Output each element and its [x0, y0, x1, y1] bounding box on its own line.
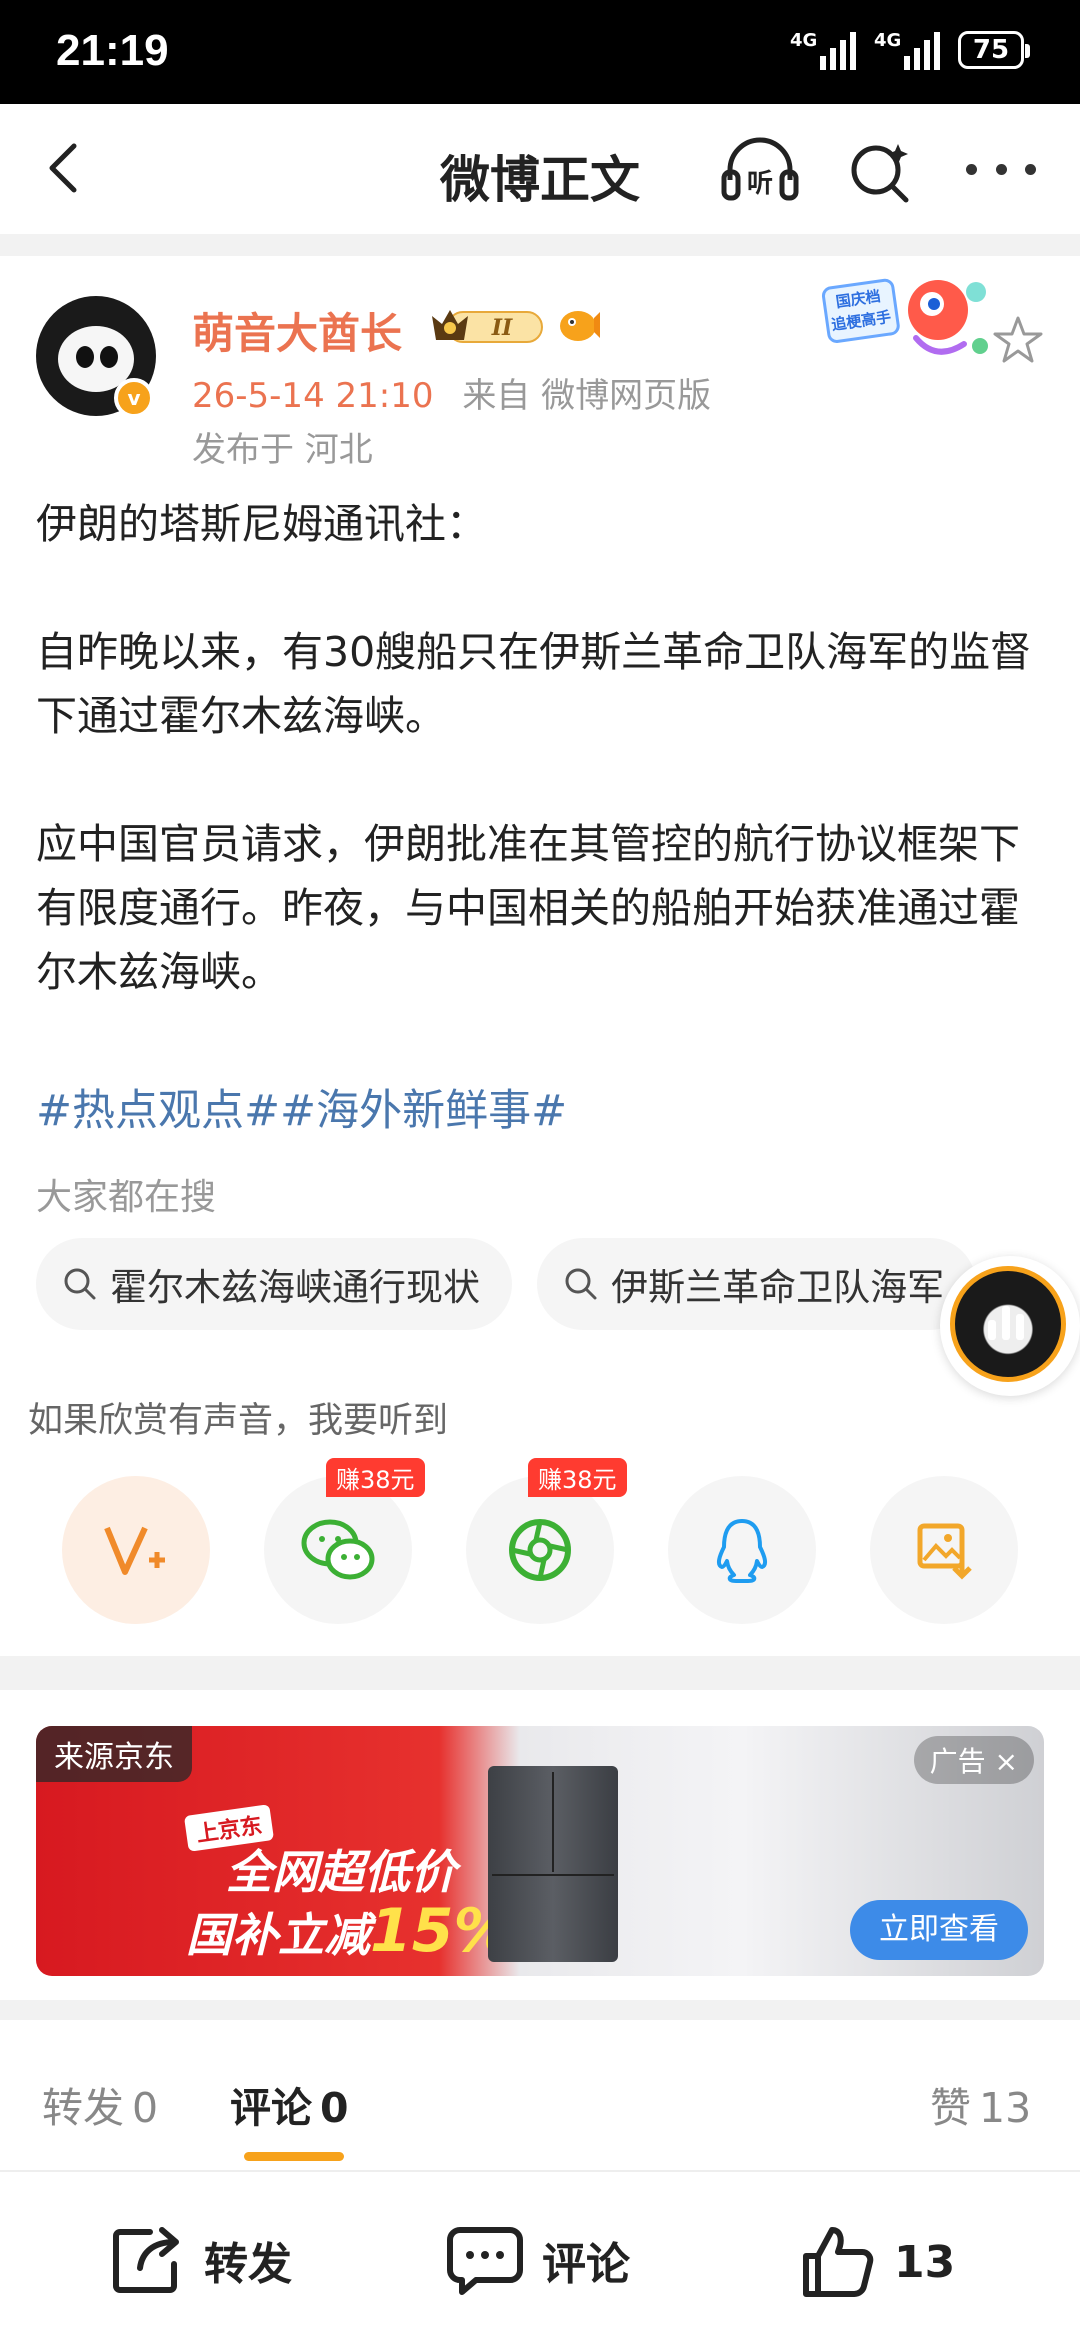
share-vplus-button[interactable] — [62, 1476, 210, 1624]
author-name[interactable]: 萌音大酋长 — [192, 300, 402, 361]
trending-search-chips: 霍尔木兹海峡通行现状 伊斯兰革命卫队海军 — [36, 1238, 1080, 1330]
dot-icon — [1025, 163, 1036, 175]
tab-count: 13 — [979, 2084, 1032, 2132]
repost-button[interactable]: 转发 — [110, 2224, 292, 2296]
tab-count: 0 — [320, 2084, 349, 2132]
post-source: 来自 微博网页版 — [462, 376, 712, 416]
post-body: 伊朗的塔斯尼姆通讯社： 自昨晚以来，有30艘船只在伊斯兰革命卫队海军的监督下通过… — [36, 492, 1046, 1004]
post-card: v 萌音大酋长 II 26-5-14 21:10 来自 微博网页版 发布于 河北… — [0, 256, 1080, 1656]
qq-icon — [716, 1519, 768, 1583]
earn-tag: 赚38元 — [326, 1458, 425, 1497]
verified-badge-icon: v — [114, 378, 154, 418]
status-bar: 21:19 4G 4G 75 — [0, 0, 1080, 104]
thumbs-up-icon — [803, 2227, 874, 2297]
post-paragraph: 伊朗的塔斯尼姆通讯社： — [36, 500, 487, 548]
tab-label: 赞 — [930, 2084, 971, 2132]
search-button[interactable] — [846, 138, 916, 204]
search-chip[interactable]: 伊斯兰革命卫队海军 — [537, 1238, 977, 1330]
comment-icon — [447, 2227, 523, 2295]
share-wechat-button[interactable]: 赚38元 — [264, 1458, 425, 1624]
status-icons: 4G 4G 75 — [790, 30, 1030, 70]
tab-label: 转发 — [42, 2084, 124, 2132]
battery-icon: 75 — [958, 31, 1030, 69]
search-icon — [851, 144, 909, 203]
page-title: 微博正文 — [440, 151, 640, 209]
headphones-icon: 听 — [721, 137, 799, 201]
vip-crown-badge-icon[interactable]: II — [428, 306, 546, 346]
ad-source: 来源京东 — [36, 1726, 192, 1782]
network-type-label: 4G — [790, 30, 818, 51]
share-moments-button[interactable]: 赚38元 — [466, 1458, 627, 1624]
like-button[interactable]: 13 — [800, 2224, 955, 2300]
fridge-image — [488, 1766, 618, 1962]
tab-active-indicator — [244, 2152, 344, 2161]
bottom-action-bar: 转发 评论 13 — [0, 2170, 1080, 2340]
floating-audio-player[interactable] — [940, 1256, 1080, 1396]
share-tip: 如果欣赏有声音，我要听到 — [28, 1401, 449, 1441]
post-location: 发布于 河北 — [192, 430, 373, 470]
topic-links[interactable]: #热点观点##海外新鲜事# — [36, 1076, 567, 1138]
ad-card: 来源京东 广告 × 上京东 全网超低价 国补立减15% 立即查看 — [0, 1690, 1080, 2000]
nav-bar: 微博正文 听 — [0, 104, 1080, 234]
listen-label: 听 — [747, 169, 773, 199]
signal-icon: 4G — [790, 30, 856, 70]
share-qq-button[interactable] — [668, 1476, 816, 1624]
signal-icon: 4G — [874, 30, 940, 70]
post-paragraph: 自昨晚以来，有30艘船只在伊斯兰革命卫队海军的监督下通过霍尔木兹海峡。 — [36, 628, 1032, 740]
ad-label: 广告 — [929, 1745, 986, 1778]
panda-eye — [76, 346, 94, 368]
share-row: 赚38元 赚38元 — [62, 1458, 1022, 1626]
ad-subheadline: 国补立减15% — [186, 1896, 514, 1966]
dot-icon — [995, 163, 1007, 175]
close-icon: × — [994, 1745, 1018, 1778]
fish-icon — [560, 311, 600, 341]
image-download-icon — [917, 1523, 972, 1580]
earn-tag: 赚38元 — [528, 1458, 627, 1497]
panda-eye — [100, 346, 118, 368]
search-chip[interactable]: 霍尔木兹海峡通行现状 — [36, 1238, 512, 1330]
search-chip-label: 伊斯兰革命卫队海军 — [611, 1266, 945, 1309]
like-count: 13 — [894, 2236, 956, 2288]
status-time: 21:19 — [56, 26, 169, 75]
sticker-decoration[interactable]: 国庆档 追梗高手 — [820, 262, 1000, 372]
save-image-button[interactable] — [870, 1476, 1018, 1624]
ad-subheadline-text: 国补立减 — [186, 1908, 370, 1962]
trending-search-title: 大家都在搜 — [36, 1177, 217, 1218]
interaction-tabs: 转发 0 评论 0 赞 13 — [0, 2020, 1080, 2170]
tab-count: 0 — [132, 2084, 159, 2132]
audio-wave-icon — [988, 1300, 1024, 1340]
more-button[interactable] — [966, 144, 1036, 194]
tab-label: 评论 — [230, 2084, 312, 2132]
post-paragraph: 应中国官员请求，伊朗批准在其管控的航行协议框架下有限度通行。昨夜，与中国相关的船… — [36, 820, 1020, 996]
comment-button[interactable]: 评论 — [446, 2224, 630, 2296]
ad-headline: 全网超低价 — [226, 1845, 456, 1899]
repost-icon — [113, 2227, 179, 2293]
network-type-label: 4G — [874, 30, 902, 51]
vip-level: II — [491, 315, 513, 341]
search-chip-label: 霍尔木兹海峡通行现状 — [110, 1266, 480, 1309]
tab-comment[interactable]: 评论 0 — [230, 2074, 349, 2134]
favorite-star-icon[interactable] — [990, 312, 1046, 368]
tab-like[interactable]: 赞 13 — [930, 2074, 1031, 2134]
listen-button[interactable]: 听 — [720, 134, 800, 204]
ad-banner[interactable]: 来源京东 广告 × 上京东 全网超低价 国补立减15% 立即查看 — [36, 1726, 1044, 1976]
ad-cta-button[interactable]: 立即查看 — [850, 1900, 1028, 1960]
repost-label: 转发 — [204, 2239, 292, 2290]
post-time: 26-5-14 21:10 — [192, 376, 434, 416]
search-icon — [565, 1268, 597, 1300]
dot-icon — [966, 163, 977, 175]
post-meta: 26-5-14 21:10 来自 微博网页版 — [192, 368, 711, 417]
wechat-icon — [301, 1519, 375, 1580]
search-icon — [64, 1268, 96, 1300]
vplus-icon — [104, 1526, 165, 1575]
ad-close-button[interactable]: 广告 × — [913, 1736, 1034, 1784]
moments-icon — [509, 1519, 571, 1581]
tab-repost[interactable]: 转发 0 — [42, 2074, 158, 2134]
comment-label: 评论 — [542, 2239, 630, 2290]
